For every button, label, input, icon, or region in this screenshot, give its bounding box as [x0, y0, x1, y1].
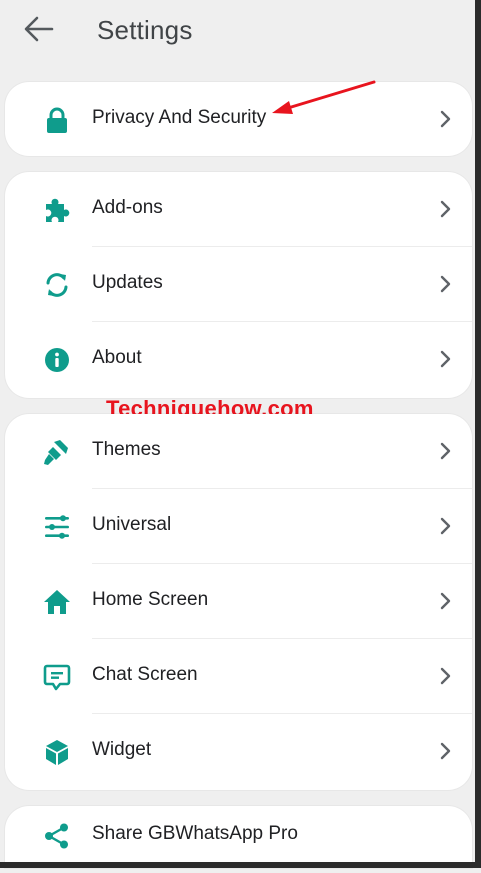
page-title: Settings [97, 15, 193, 45]
chevron-right-icon [440, 200, 451, 218]
settings-card-share: Share GBWhatsApp Pro [5, 806, 472, 868]
settings-card-privacy: Privacy And Security [5, 82, 472, 156]
chevron-right-icon [440, 517, 451, 535]
settings-item-label: Privacy And Security [92, 107, 267, 128]
chevron-right-icon [440, 350, 451, 368]
settings-item-label: Add-ons [92, 197, 163, 218]
chat-icon [43, 664, 71, 691]
settings-item-themes[interactable]: Themes [5, 414, 472, 489]
settings-item-label: Updates [92, 272, 163, 293]
back-arrow-icon[interactable] [22, 14, 56, 44]
chevron-right-icon [440, 110, 451, 128]
settings-item-chat-screen[interactable]: Chat Screen [5, 639, 472, 714]
settings-item-label: Widget [92, 739, 152, 760]
chevron-right-icon [440, 275, 451, 293]
settings-item-label: Share GBWhatsApp Pro [92, 823, 298, 844]
chevron-right-icon [440, 442, 451, 460]
lock-icon [47, 107, 67, 133]
settings-item-home-screen[interactable]: Home Screen [5, 564, 472, 639]
settings-card-appearance: Themes Universal Home Screen Chat Screen… [5, 414, 472, 790]
top-bar: Settings [0, 0, 475, 62]
sliders-icon [45, 515, 69, 539]
settings-item-label: Home Screen [92, 589, 209, 610]
settings-item-privacy-and-security[interactable]: Privacy And Security [5, 82, 472, 157]
chevron-right-icon [440, 742, 451, 760]
settings-item-label: About [92, 347, 142, 368]
home-icon [44, 590, 70, 614]
settings-item-about[interactable]: About [5, 322, 472, 397]
settings-item-label: Chat Screen [92, 664, 198, 685]
info-icon [45, 348, 69, 372]
paint-brush-icon [44, 440, 68, 465]
settings-item-universal[interactable]: Universal [5, 489, 472, 564]
share-icon [45, 823, 68, 849]
refresh-icon [46, 273, 68, 297]
settings-item-label: Universal [92, 514, 172, 535]
puzzle-icon [46, 198, 70, 222]
cube-icon [46, 740, 68, 765]
settings-card-general: Add-ons Updates About [5, 172, 472, 398]
chevron-right-icon [440, 592, 451, 610]
settings-item-label: Themes [92, 439, 161, 460]
settings-item-add-ons[interactable]: Add-ons [5, 172, 472, 247]
annotation-arrow-icon [272, 80, 376, 114]
chevron-right-icon [440, 667, 451, 685]
settings-item-share[interactable]: Share GBWhatsApp Pro [5, 798, 472, 873]
settings-item-widget[interactable]: Widget [5, 714, 472, 789]
settings-item-updates[interactable]: Updates [5, 247, 472, 322]
